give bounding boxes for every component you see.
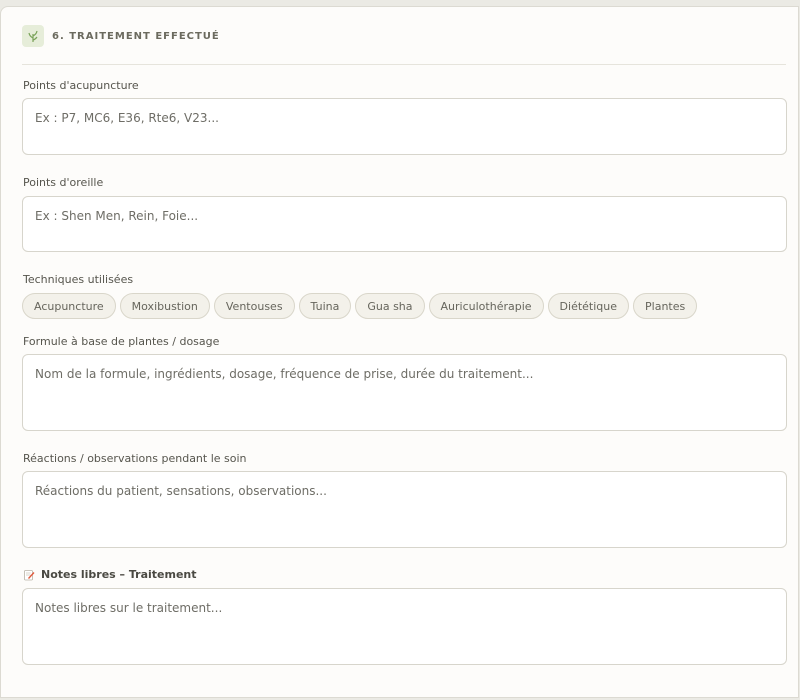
memo-icon [23,569,35,581]
techniques-label: Techniques utilisées [23,273,134,286]
acupuncture-points-placeholder: Ex : P7, MC6, E36, Rte6, V23... [35,111,219,125]
technique-chip-moxibustion[interactable]: Moxibustion [119,293,210,319]
notes-label-text: Notes libres – Traitement [41,568,197,581]
techniques-chip-group: Acupuncture Moxibustion Ventouses Tuina … [22,293,698,319]
notes-label: Notes libres – Traitement [23,568,197,581]
ear-points-placeholder: Ex : Shen Men, Rein, Foie... [35,209,199,223]
herbal-formula-textarea[interactable]: Nom de la formule, ingrédients, dosage, … [22,354,787,431]
section-header: 6. TRAITEMENT EFFECTUÉ [22,25,220,47]
notes-textarea[interactable]: Notes libres sur le traitement... [22,588,787,665]
technique-chip-plantes[interactable]: Plantes [633,293,698,319]
ear-points-label: Points d'oreille [23,176,104,189]
technique-chip-ventouses[interactable]: Ventouses [213,293,295,319]
section-title: 6. TRAITEMENT EFFECTUÉ [52,30,220,42]
acupuncture-points-textarea[interactable]: Ex : P7, MC6, E36, Rte6, V23... [22,98,787,155]
ear-points-textarea[interactable]: Ex : Shen Men, Rein, Foie... [22,196,787,252]
header-divider [22,64,786,65]
herbal-formula-label: Formule à base de plantes / dosage [23,335,220,348]
technique-chip-gua-sha[interactable]: Gua sha [355,293,425,319]
notes-placeholder: Notes libres sur le traitement... [35,601,223,615]
reactions-textarea[interactable]: Réactions du patient, sensations, observ… [22,471,787,548]
reactions-label: Réactions / observations pendant le soin [23,452,247,465]
reactions-placeholder: Réactions du patient, sensations, observ… [35,484,327,498]
herbal-formula-placeholder: Nom de la formule, ingrédients, dosage, … [35,367,534,381]
technique-chip-auriculotherapie[interactable]: Auriculothérapie [428,293,544,319]
technique-chip-acupuncture[interactable]: Acupuncture [22,293,116,319]
herb-icon [22,25,44,47]
technique-chip-dietetique[interactable]: Diététique [547,293,630,319]
technique-chip-tuina[interactable]: Tuina [298,293,352,319]
acupuncture-points-label: Points d'acupuncture [23,79,139,92]
treatment-section-card: 6. TRAITEMENT EFFECTUÉ Points d'acupunct… [0,6,799,698]
